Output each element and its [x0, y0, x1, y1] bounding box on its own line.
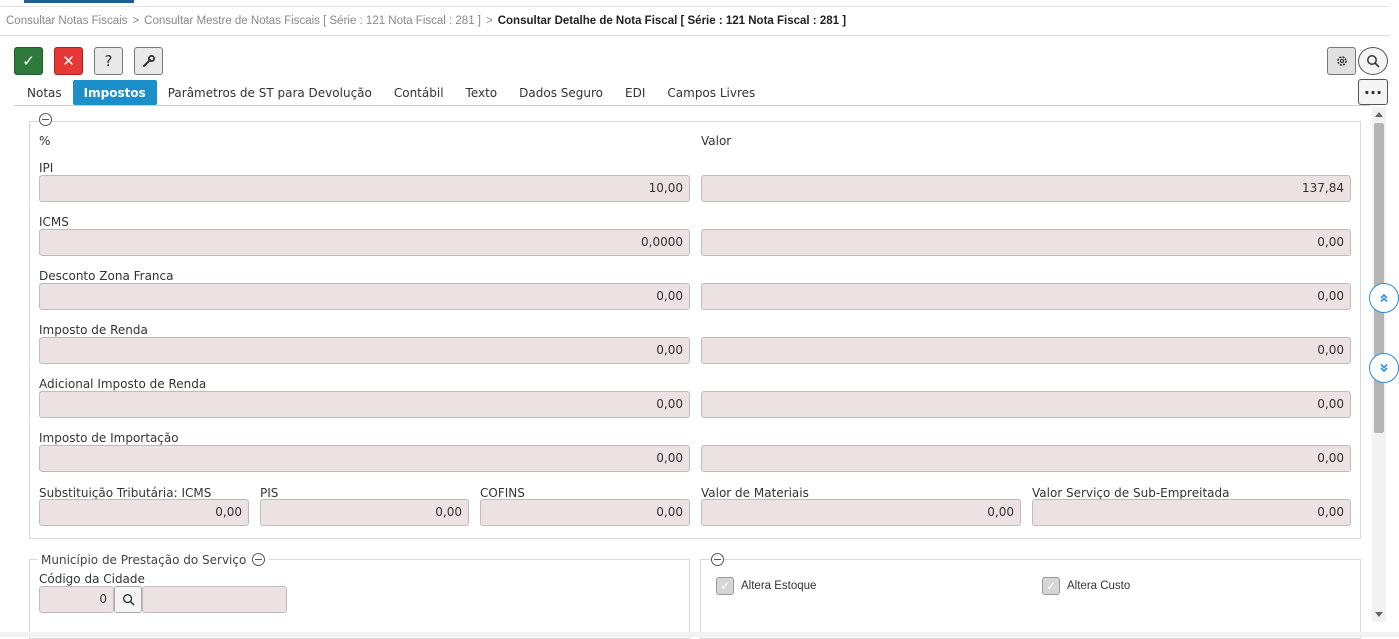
valor-materiais-label: Valor de Materiais	[701, 486, 809, 500]
sub-empreitada-label: Valor Serviço de Sub-Empreitada	[1032, 486, 1230, 500]
tab-dados-seguro[interactable]: Dados Seguro	[508, 80, 614, 105]
gear-icon	[1336, 56, 1347, 66]
sub-empreitada-field[interactable]: 0,00	[1032, 499, 1351, 526]
valor-materiais-field[interactable]: 0,00	[701, 499, 1021, 526]
value-header: Valor	[701, 134, 732, 148]
search-icon	[1367, 55, 1380, 68]
cidade-nome-field[interactable]	[142, 586, 287, 613]
pis-label: PIS	[260, 486, 279, 500]
header-accent	[24, 0, 134, 3]
percent-header: %	[39, 134, 51, 148]
imposto-renda-value-field[interactable]: 0,00	[701, 337, 1351, 364]
breadcrumb-notas-fiscais[interactable]: Consultar Notas Fiscais	[6, 15, 127, 27]
breadcrumb-mestre-notas[interactable]: Consultar Mestre de Notas Fiscais [ Séri…	[144, 15, 481, 27]
collapse-icon[interactable]	[39, 113, 52, 126]
scroll-down-arrow-icon[interactable]	[1375, 612, 1383, 617]
imposto-importacao-label: Imposto de Importação	[39, 431, 179, 445]
help-button[interactable]: ?	[94, 47, 123, 75]
icms-value-field[interactable]: 0,00	[701, 229, 1351, 256]
icms-percent-field[interactable]: 0,0000	[39, 229, 690, 256]
ipi-percent-field[interactable]: 10,00	[39, 175, 690, 202]
altera-estoque-label: Altera Estoque	[741, 580, 817, 592]
tab-notas[interactable]: Notas	[16, 80, 73, 105]
lookup-cidade-button[interactable]	[114, 586, 142, 613]
altera-custo-checkbox[interactable]: ✓	[1042, 577, 1060, 595]
imposto-renda-percent-field[interactable]: 0,00	[39, 337, 690, 364]
pis-field[interactable]: 0,00	[260, 499, 469, 526]
tab-edi[interactable]: EDI	[614, 80, 656, 105]
confirm-button[interactable]: ✓	[14, 47, 43, 75]
zona-franca-value-field[interactable]: 0,00	[701, 283, 1351, 310]
scroll-to-bottom-button[interactable]	[1369, 353, 1399, 383]
imposto-importacao-percent-field[interactable]: 0,00	[39, 445, 690, 472]
breadcrumb-separator: >	[132, 15, 140, 27]
imposto-importacao-value-field[interactable]: 0,00	[701, 445, 1351, 472]
breadcrumb-current: Consultar Detalhe de Nota Fiscal [ Série…	[497, 15, 847, 27]
altera-custo-label: Altera Custo	[1067, 580, 1131, 592]
double-chevron-down-icon	[1380, 363, 1388, 373]
ipi-value-field[interactable]: 137,84	[701, 175, 1351, 202]
check-icon: ✓	[1045, 579, 1057, 593]
search-button[interactable]	[1358, 47, 1388, 75]
ipi-label: IPI	[39, 161, 54, 175]
breadcrumb-separator: >	[486, 15, 493, 27]
check-icon: ✓	[719, 579, 731, 593]
tools-button[interactable]	[134, 47, 163, 75]
codigo-cidade-field[interactable]: 0	[39, 586, 114, 613]
flags-panel	[700, 559, 1361, 639]
tab-parametros-st[interactable]: Parâmetros de ST para Devolução	[157, 80, 383, 105]
codigo-cidade-label: Código da Cidade	[39, 572, 145, 586]
zona-franca-label: Desconto Zona Franca	[39, 269, 174, 283]
footer-strip	[0, 632, 1399, 637]
altera-estoque-checkbox[interactable]: ✓	[716, 577, 734, 595]
imposto-renda-label: Imposto de Renda	[39, 323, 148, 337]
more-icon: ...	[1363, 79, 1383, 98]
tab-impostos[interactable]: Impostos	[72, 80, 157, 105]
tab-contabil[interactable]: Contábil	[383, 80, 455, 105]
breadcrumb: Consultar Notas Fiscais > Consultar Mest…	[0, 6, 1390, 36]
wrench-icon	[142, 55, 155, 67]
scroll-thumb[interactable]	[1374, 123, 1384, 433]
st-icms-field[interactable]: 0,00	[39, 499, 249, 526]
tab-campos-livres[interactable]: Campos Livres	[656, 80, 766, 105]
icms-label: ICMS	[39, 215, 69, 229]
zona-franca-percent-field[interactable]: 0,00	[39, 283, 690, 310]
adicional-ir-value-field[interactable]: 0,00	[701, 391, 1351, 418]
municipio-title: Município de Prestação do Serviço	[41, 553, 247, 567]
municipio-legend: Município de Prestação do Serviço	[37, 553, 270, 567]
tab-divider	[14, 105, 1370, 106]
collapse-icon[interactable]	[711, 553, 724, 566]
double-chevron-up-icon	[1380, 293, 1388, 303]
scroll-to-top-button[interactable]	[1369, 283, 1399, 313]
st-icms-label: Substituição Tributária: ICMS	[39, 486, 212, 500]
check-icon: ✓	[22, 52, 35, 70]
adicional-ir-percent-field[interactable]: 0,00	[39, 391, 690, 418]
close-icon: ✕	[62, 52, 75, 70]
help-icon: ?	[104, 52, 113, 70]
scroll-up-arrow-icon[interactable]	[1375, 112, 1383, 117]
cofins-field[interactable]: 0,00	[480, 499, 690, 526]
adicional-ir-label: Adicional Imposto de Renda	[39, 377, 207, 391]
cofins-label: COFINS	[480, 486, 525, 500]
collapse-icon[interactable]	[252, 553, 266, 566]
tab-texto[interactable]: Texto	[455, 80, 509, 105]
cancel-button[interactable]: ✕	[54, 47, 83, 75]
more-options-button[interactable]: ...	[1358, 79, 1388, 105]
settings-button[interactable]	[1327, 47, 1356, 75]
tab-bar: Notas Impostos Parâmetros de ST para Dev…	[16, 80, 766, 105]
search-icon	[122, 593, 134, 606]
